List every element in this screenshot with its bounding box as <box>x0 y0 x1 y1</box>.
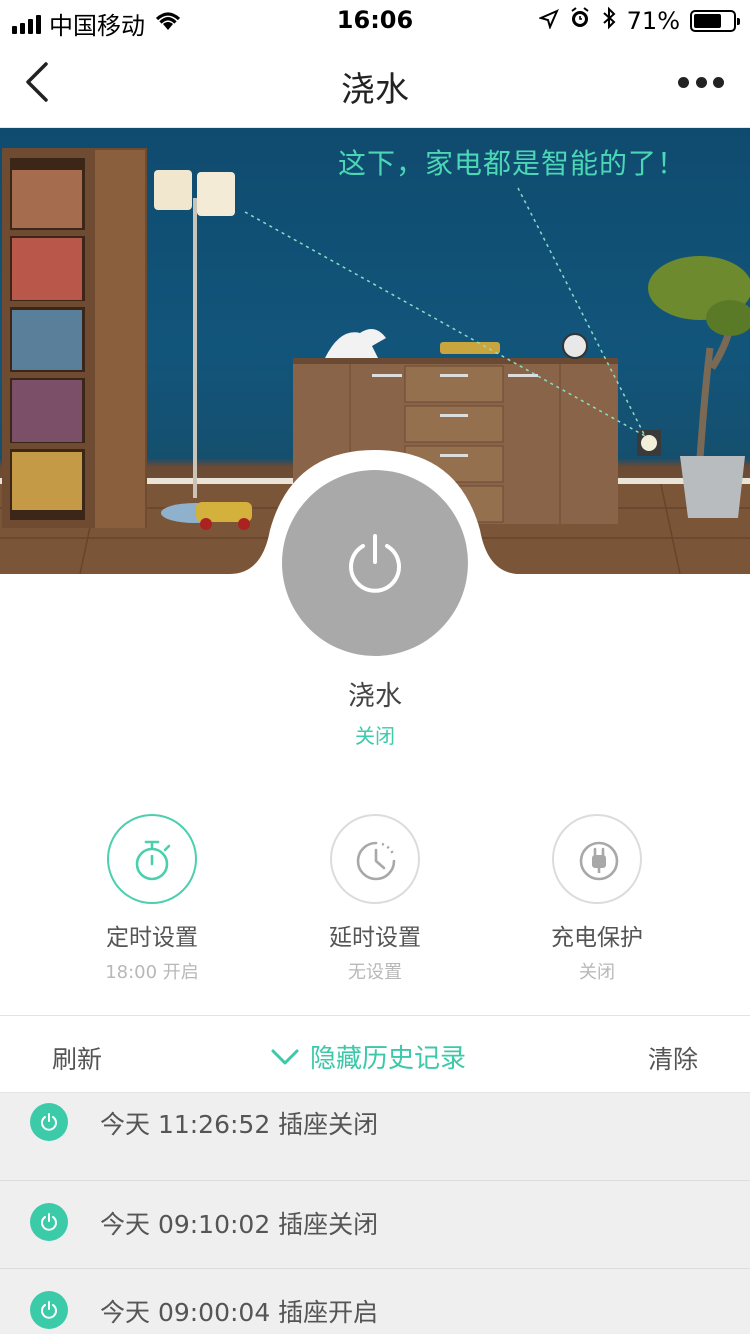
charge-protection-circle[interactable] <box>552 814 642 904</box>
battery-icon <box>690 10 740 32</box>
timer-setting-value: 18:00 开启 <box>105 962 199 983</box>
charge-protection[interactable]: 充电保护 关闭 <box>497 814 697 984</box>
device-name: 浇水 <box>348 681 402 712</box>
power-button[interactable] <box>282 470 468 656</box>
chevron-down-icon <box>271 1049 299 1064</box>
history-item-text: 今天 09:10:02 插座关闭 <box>100 1210 379 1239</box>
history-action-bar: 刷新 隐藏历史记录 清除 <box>0 1015 750 1093</box>
history-item: 今天 11:26:52 插座关闭 <box>0 1093 750 1181</box>
delay-setting-value: 无设置 <box>348 962 402 983</box>
power-icon <box>30 1203 68 1241</box>
status-right: 71% <box>537 6 740 36</box>
clock-icon <box>356 841 396 881</box>
timer-setting-label: 定时设置 <box>106 925 198 951</box>
history-list: 今天 11:26:52 插座关闭 今天 09:10:02 插座关闭 今天 09:… <box>0 1093 750 1334</box>
charge-protection-label: 充电保护 <box>551 925 643 951</box>
power-icon <box>349 534 401 593</box>
plug-icon <box>579 841 619 881</box>
status-bar: 中国移动 16:06 71% <box>0 0 750 40</box>
history-item: 今天 09:10:02 插座关闭 <box>0 1181 750 1269</box>
hide-history-button[interactable]: 隐藏历史记录 <box>270 1038 466 1075</box>
refresh-button[interactable]: 刷新 <box>52 1040 102 1076</box>
history-item-text: 今天 11:26:52 插座关闭 <box>100 1110 379 1139</box>
more-dot <box>695 76 707 88</box>
alarm-icon <box>569 7 591 35</box>
page-title: 浇水 <box>341 70 409 110</box>
history-item-text: 今天 09:00:04 插座开启 <box>100 1298 379 1327</box>
more-button[interactable] <box>678 70 724 94</box>
location-icon <box>537 7 559 35</box>
more-dots-icon <box>678 76 689 88</box>
power-icon <box>30 1291 68 1329</box>
delay-setting-label: 延时设置 <box>329 925 421 951</box>
history-item: 今天 09:00:04 插座开启 <box>0 1269 750 1334</box>
power-icon <box>30 1103 68 1141</box>
nav-bar: 浇水 <box>0 40 750 128</box>
hero-caption: 这下，家电都是智能的了！ <box>338 147 687 180</box>
battery-fill <box>694 14 721 28</box>
more-dot <box>713 76 724 88</box>
timer-setting-circle[interactable] <box>107 814 197 904</box>
bluetooth-icon <box>601 6 617 36</box>
stopwatch-icon <box>135 840 171 881</box>
device-state: 关闭 <box>355 724 395 748</box>
charge-protection-value: 关闭 <box>579 962 615 983</box>
battery-percent: 71% <box>626 7 680 35</box>
delay-setting-circle[interactable] <box>330 814 420 904</box>
hide-history-label: 隐藏历史记录 <box>310 1044 467 1074</box>
clear-button[interactable]: 清除 <box>648 1040 698 1076</box>
timer-setting[interactable]: 定时设置 18:00 开启 <box>52 814 252 984</box>
delay-setting[interactable]: 延时设置 无设置 <box>275 814 475 984</box>
